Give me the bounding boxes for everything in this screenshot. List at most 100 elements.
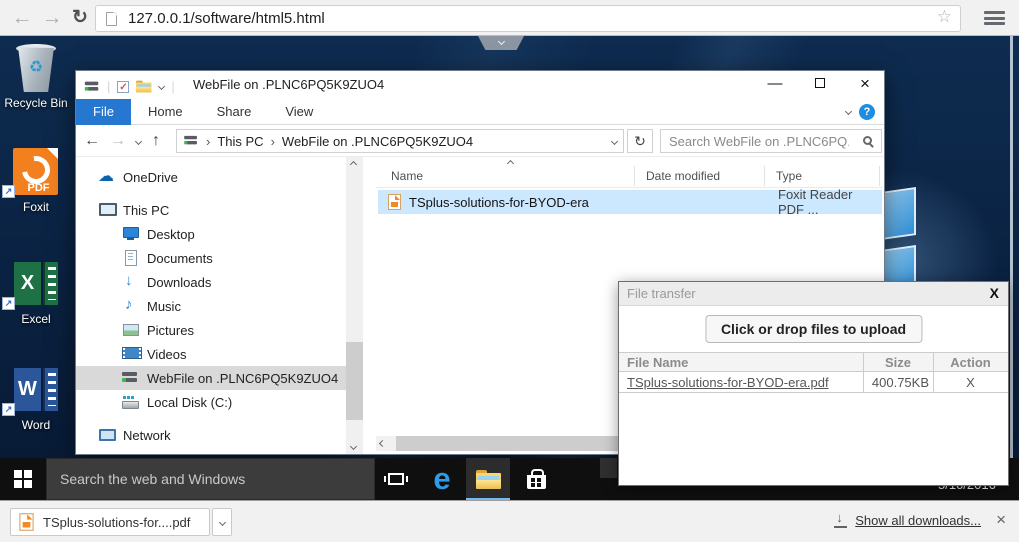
scroll-up-icon[interactable]	[350, 161, 357, 168]
scrollbar-thumb[interactable]	[346, 342, 363, 420]
store-button[interactable]	[514, 458, 558, 500]
desktop-icon-foxit[interactable]: Foxit	[2, 146, 70, 214]
task-view-button[interactable]	[374, 458, 418, 500]
sidebar-item-label: This PC	[123, 203, 169, 218]
downloads-bar-right: Show all downloads...	[834, 513, 981, 528]
breadcrumb-item-webfile[interactable]: WebFile on .PLNC6PQ5K9ZUO4	[282, 134, 473, 149]
sidebar-item[interactable]: Network	[76, 423, 346, 447]
upload-table-header: File Name Size Action	[619, 352, 1008, 372]
uploaded-file-link[interactable]: TSplus-solutions-for-BYOD-era.pdf	[627, 375, 829, 390]
nav-history-chevron-icon[interactable]	[135, 138, 142, 145]
browser-refresh-icon[interactable]: ↻	[66, 4, 94, 32]
folder-icon[interactable]	[136, 81, 146, 93]
excel-icon	[2, 258, 70, 310]
sidebar-item-label: Videos	[147, 347, 187, 362]
ribbon-tab-label: View	[285, 104, 313, 119]
explorer-titlebar[interactable]: | | WebFile on .PLNC6PQ5K9ZUO4 — ×	[76, 71, 884, 99]
store-bag-icon	[527, 475, 546, 489]
file-name: TSplus-solutions-for-BYOD-era	[409, 195, 589, 210]
sidebar-item[interactable]: Music	[76, 294, 346, 318]
nav-forward-icon[interactable]: →	[110, 132, 126, 150]
sidebar-item-icon	[122, 250, 140, 266]
browser-forward-icon[interactable]: →	[38, 4, 66, 32]
sidebar-item[interactable]: Local Disk (C:)	[76, 390, 346, 414]
dialog-close-button[interactable]: X	[990, 285, 999, 301]
column-header-type[interactable]: Type	[776, 169, 802, 183]
download-item-menu-button[interactable]	[212, 508, 232, 536]
explorer-search-input[interactable]	[669, 132, 849, 150]
sidebar-item[interactable]: Videos	[76, 342, 346, 366]
upload-column-action: Action	[933, 355, 1008, 370]
desktop-icon-label: Foxit	[2, 200, 70, 214]
nav-up-icon[interactable]: ↑	[152, 132, 160, 150]
column-header-name[interactable]: Name	[391, 169, 423, 183]
browser-menu-icon[interactable]	[984, 11, 1005, 25]
sidebar-item[interactable]: Desktop	[76, 222, 346, 246]
properties-check-icon[interactable]	[117, 81, 129, 93]
desktop-icon-word[interactable]: Word	[2, 364, 70, 432]
show-all-downloads-link[interactable]: Show all downloads...	[855, 513, 981, 528]
desktop-icon-recycle-bin[interactable]: Recycle Bin	[2, 42, 70, 110]
pdf-file-icon	[19, 513, 33, 531]
file-row-selected[interactable]: TSplus-solutions-for-BYOD-era Foxit Read…	[378, 190, 882, 214]
minimize-button[interactable]: —	[759, 71, 791, 97]
breadcrumb-separator: ›	[271, 134, 275, 149]
column-header-date-modified[interactable]: Date modified	[646, 169, 720, 183]
breadcrumb-separator: ›	[206, 134, 210, 149]
download-icon	[834, 514, 847, 528]
sidebar-item[interactable]: Pictures	[76, 318, 346, 342]
maximize-button[interactable]	[804, 71, 836, 97]
downloads-bar-close-button[interactable]: ×	[996, 510, 1006, 530]
scroll-down-icon[interactable]	[350, 443, 357, 450]
sidebar-item[interactable]: Documents	[76, 246, 346, 270]
sidebar-item-icon	[122, 346, 140, 362]
maximize-icon	[815, 78, 825, 88]
sidebar-item-label: Desktop	[147, 227, 195, 242]
explorer-search-box[interactable]	[660, 129, 882, 153]
taskbar-search-box[interactable]	[46, 458, 375, 500]
screen: ← → ↻ ☆ Recycle Bin Foxit	[0, 0, 1019, 542]
help-icon[interactable]	[859, 104, 875, 120]
address-dropdown-icon[interactable]	[611, 137, 618, 144]
ribbon-tab[interactable]: Home	[131, 99, 200, 125]
dialog-titlebar[interactable]: File transfer X	[619, 282, 1008, 306]
browser-address-bar[interactable]: ☆	[95, 5, 961, 32]
ribbon-tab[interactable]: Share	[200, 99, 269, 125]
tray-icon[interactable]	[600, 458, 617, 478]
file-list-header: Name Date modified Type	[376, 164, 882, 188]
pdf-file-icon	[388, 194, 401, 210]
edge-browser-button[interactable]	[420, 458, 464, 500]
sidebar-item[interactable]: OneDrive	[76, 165, 346, 189]
browser-back-icon[interactable]: ←	[8, 4, 36, 32]
task-view-icon	[388, 473, 404, 485]
sidebar-item[interactable]: WebFile on .PLNC6PQ5K9ZUO4	[76, 366, 346, 390]
desktop-icon-excel[interactable]: Excel	[2, 258, 70, 326]
download-item-button[interactable]: TSplus-solutions-for....pdf	[10, 508, 210, 536]
sidebar-item[interactable]: This PC	[76, 198, 346, 222]
shortcut-arrow-icon	[2, 297, 15, 310]
close-button[interactable]: ×	[849, 71, 881, 97]
file-explorer-button[interactable]	[466, 458, 510, 500]
upload-table-rows: TSplus-solutions-for-BYOD-era.pdf 400.75…	[619, 373, 1008, 393]
ribbon-tab[interactable]: View	[268, 99, 330, 125]
address-refresh-icon[interactable]: ↻	[627, 129, 653, 153]
url-input[interactable]	[128, 6, 648, 31]
chevron-down-icon[interactable]	[158, 83, 165, 90]
remove-upload-button[interactable]: X	[933, 375, 1008, 390]
fullscreen-pull-tab[interactable]	[478, 36, 524, 50]
upload-button[interactable]: Click or drop files to upload	[705, 315, 922, 343]
sidebar-scrollbar[interactable]	[346, 157, 363, 454]
chevron-down-icon	[497, 38, 504, 45]
bookmark-star-icon[interactable]: ☆	[937, 7, 952, 27]
sidebar-item[interactable]: Downloads	[76, 270, 346, 294]
breadcrumb[interactable]: › This PC › WebFile on .PLNC6PQ5K9ZUO4	[176, 129, 624, 153]
upload-column-file-name: File Name	[627, 355, 688, 370]
nav-back-icon[interactable]: ←	[84, 132, 100, 150]
upload-row: TSplus-solutions-for-BYOD-era.pdf 400.75…	[619, 373, 1008, 393]
sidebar-item-label: WebFile on .PLNC6PQ5K9ZUO4	[147, 371, 338, 386]
ribbon-tab[interactable]: File	[76, 99, 131, 125]
taskbar-search-input[interactable]	[60, 459, 350, 499]
breadcrumb-item-this-pc[interactable]: This PC	[217, 134, 263, 149]
scroll-left-icon[interactable]	[379, 440, 386, 447]
start-button[interactable]	[0, 458, 46, 500]
